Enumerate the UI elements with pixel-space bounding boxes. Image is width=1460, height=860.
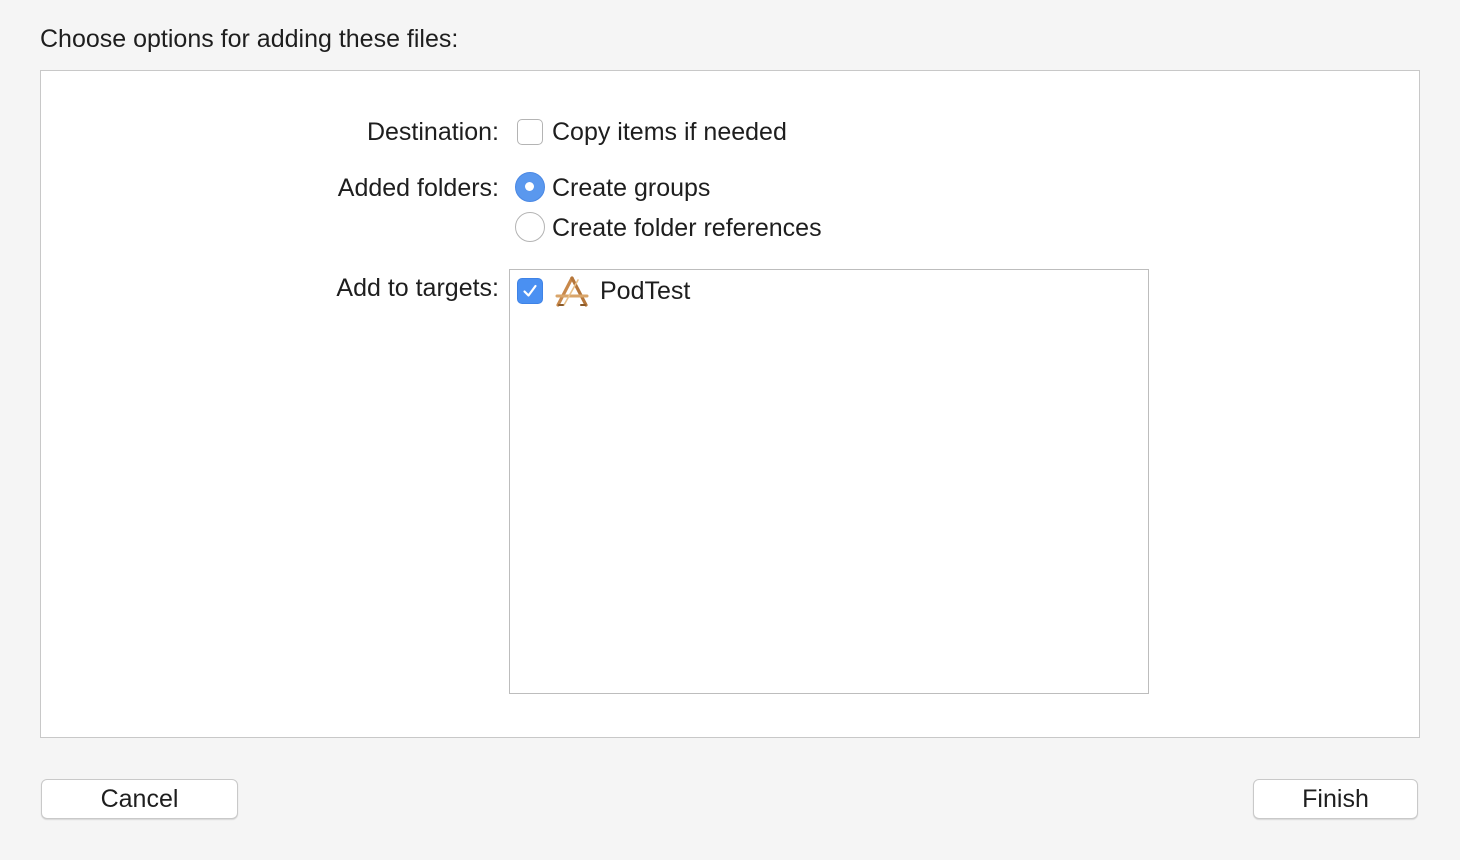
checkmark-icon bbox=[523, 284, 537, 297]
targets-list[interactable]: PodTest bbox=[509, 269, 1149, 694]
copy-items-label[interactable]: Copy items if needed bbox=[552, 115, 787, 149]
added-folders-label: Added folders: bbox=[337, 174, 499, 202]
cancel-button[interactable]: Cancel bbox=[41, 779, 238, 819]
options-panel: Destination: Copy items if needed Added … bbox=[40, 70, 1420, 738]
create-groups-label[interactable]: Create groups bbox=[552, 171, 710, 205]
create-folder-references-radio[interactable] bbox=[515, 212, 545, 242]
app-target-icon bbox=[555, 276, 589, 307]
create-groups-radio[interactable] bbox=[515, 172, 545, 202]
dialog-heading: Choose options for adding these files: bbox=[40, 25, 459, 53]
add-to-targets-label: Add to targets: bbox=[336, 274, 499, 302]
copy-items-checkbox[interactable] bbox=[517, 119, 543, 145]
destination-label: Destination: bbox=[366, 118, 499, 146]
create-folder-references-label[interactable]: Create folder references bbox=[552, 211, 822, 245]
target-row[interactable]: PodTest bbox=[510, 270, 1148, 314]
add-files-options-dialog: Choose options for adding these files: D… bbox=[0, 0, 1460, 860]
target-name: PodTest bbox=[600, 277, 691, 305]
finish-button[interactable]: Finish bbox=[1253, 779, 1418, 819]
target-checkbox[interactable] bbox=[517, 278, 543, 304]
